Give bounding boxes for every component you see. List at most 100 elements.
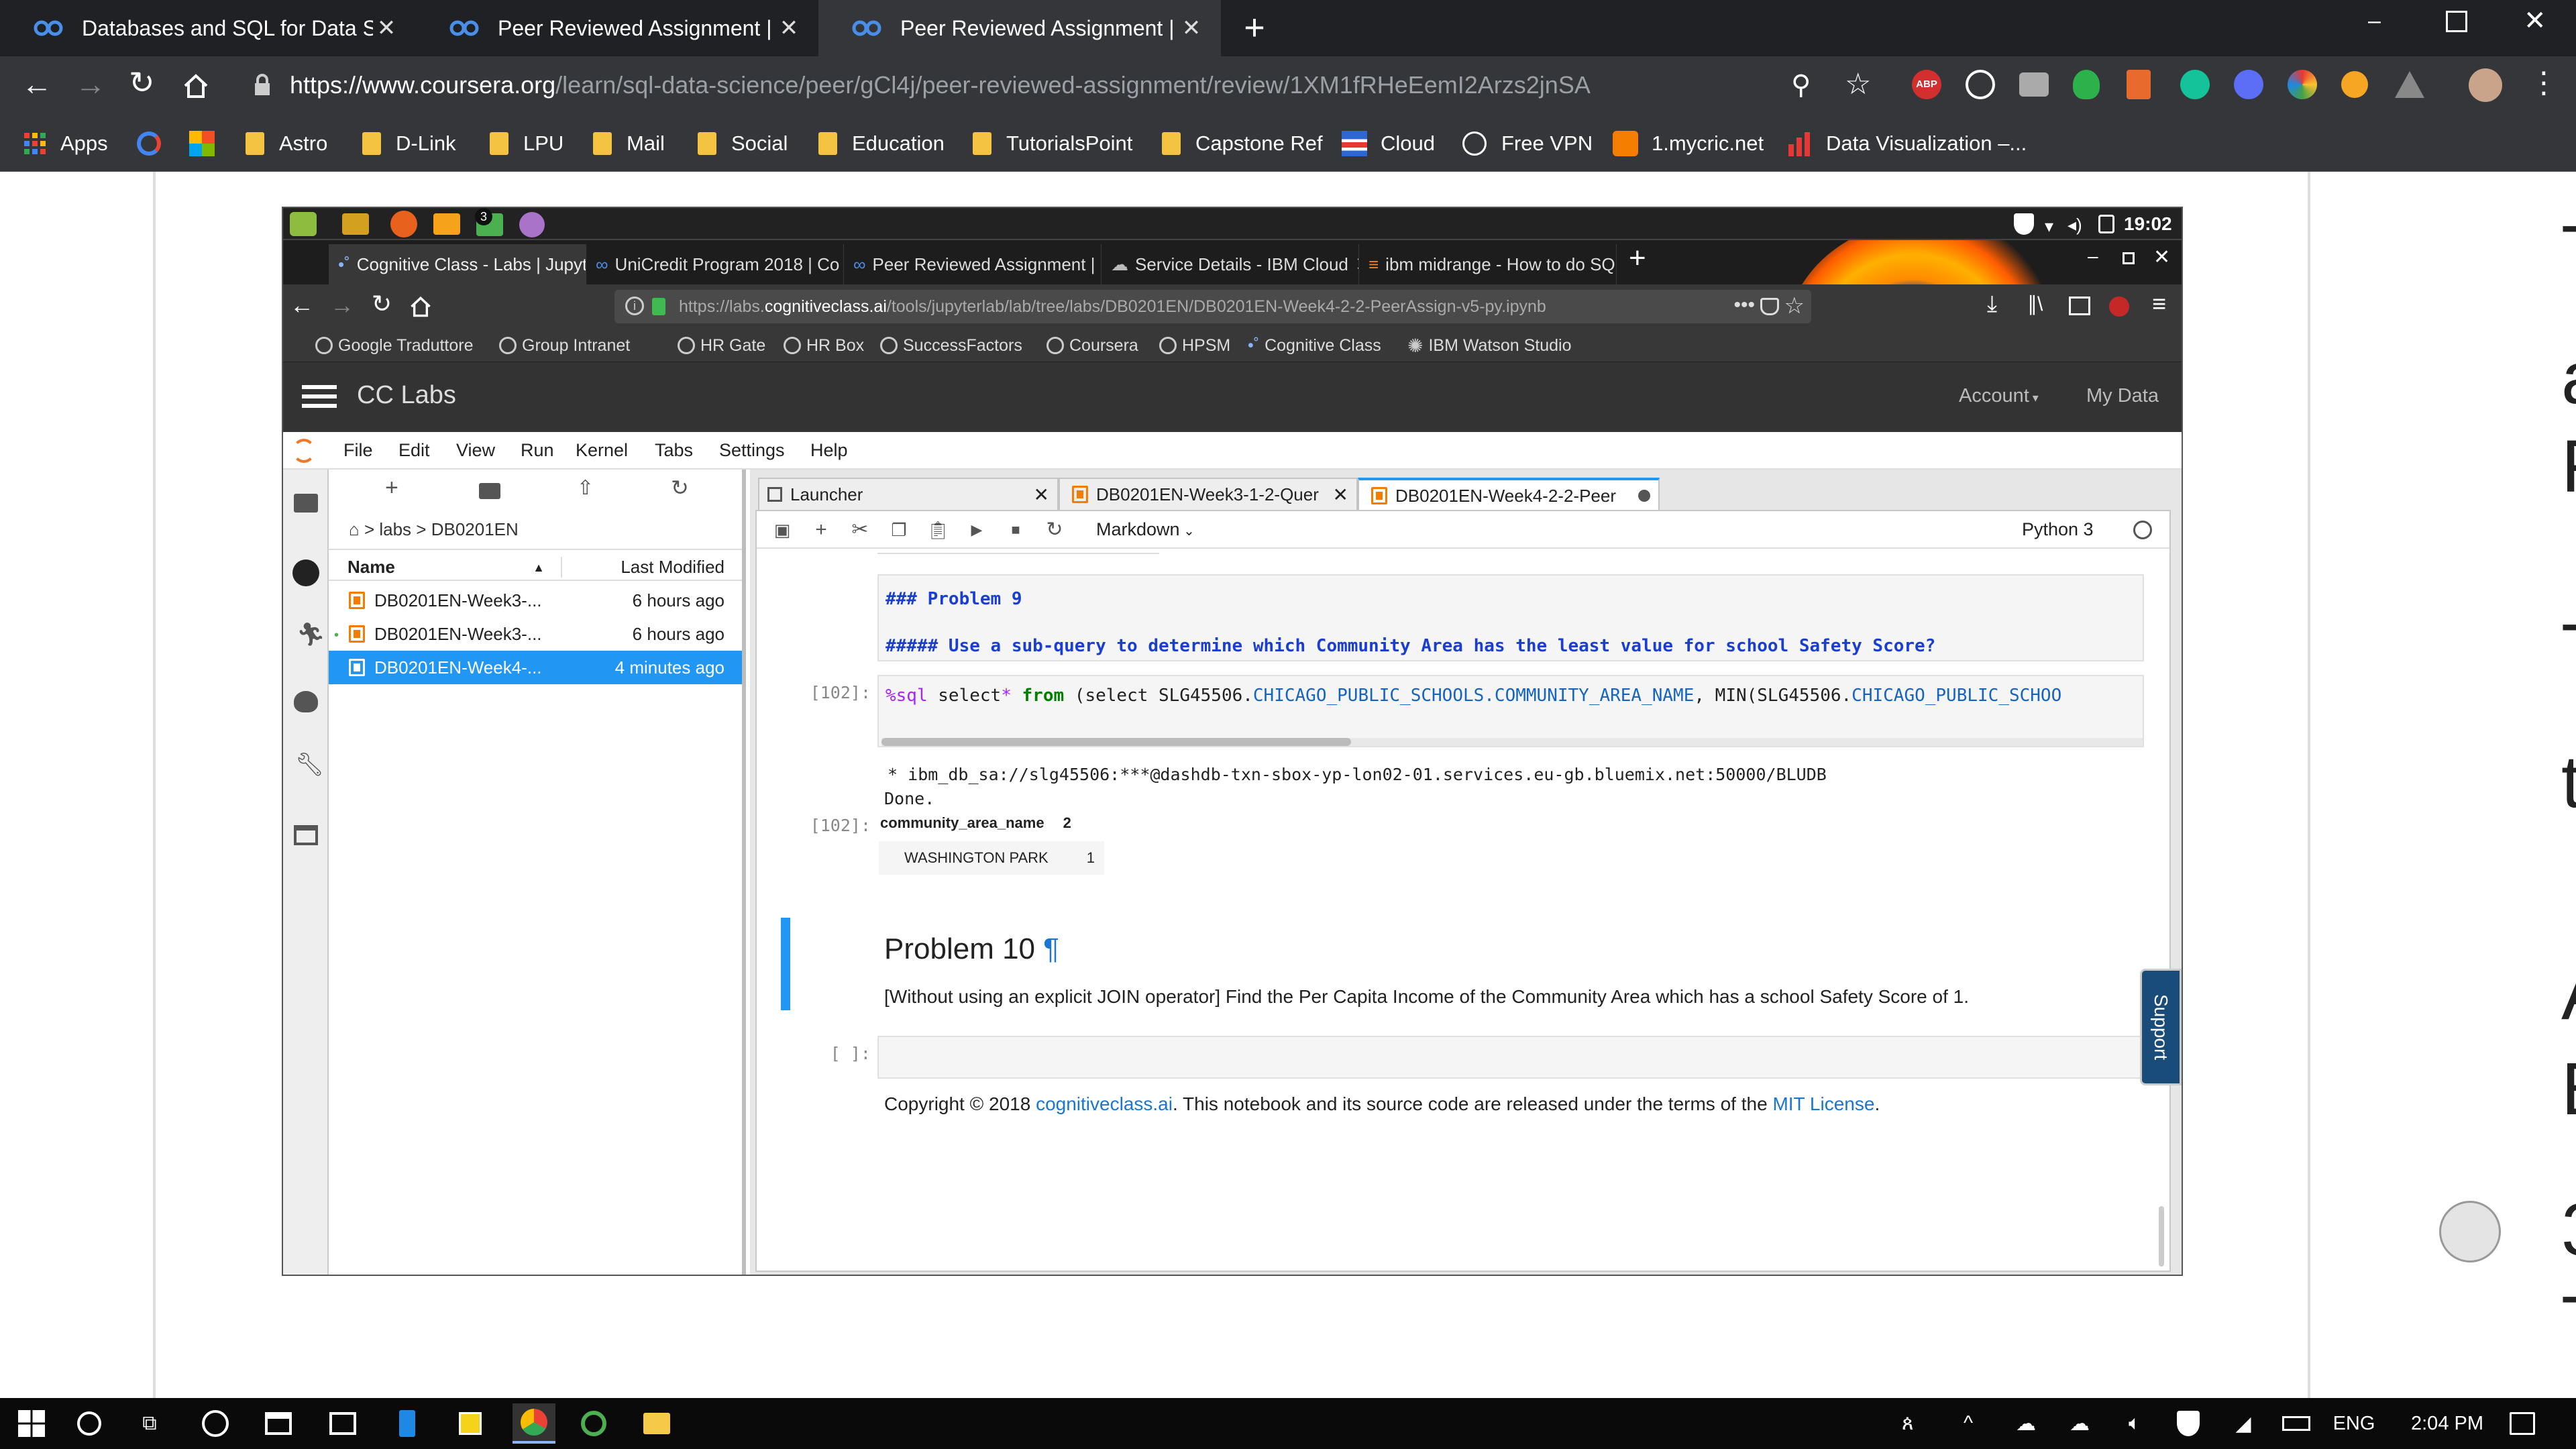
name-column-header[interactable]: Name ▲ xyxy=(347,557,562,578)
wifi-icon[interactable]: ◢ xyxy=(2229,1409,2258,1438)
new-launcher-icon[interactable]: + xyxy=(385,475,398,501)
cut-icon[interactable]: ✂ xyxy=(848,518,872,542)
github-icon[interactable] xyxy=(292,559,319,586)
account-menu[interactable]: Account ▾ xyxy=(1959,385,2039,407)
outer-tab-databases[interactable]: Databases and SQL for Data Scie ✕ xyxy=(0,0,416,56)
ff-bm-watson[interactable]: ✺ IBM Watson Studio xyxy=(1407,329,1572,362)
extension-clock-icon[interactable] xyxy=(1966,70,1995,99)
ff-bm-intranet[interactable]: Group Intranet xyxy=(499,329,630,362)
volume-icon[interactable]: 🔈︎ xyxy=(2118,1409,2151,1438)
files-icon[interactable] xyxy=(342,213,369,235)
menu-settings[interactable]: Settings xyxy=(719,440,785,461)
battery-icon[interactable] xyxy=(2279,1409,2313,1438)
info-icon[interactable]: i xyxy=(625,297,644,315)
hamburger-menu-icon[interactable]: ≡ xyxy=(2152,290,2166,318)
language-indicator[interactable]: ENG xyxy=(2330,1409,2377,1438)
refresh-icon[interactable]: ↻ xyxy=(671,475,689,500)
scroll-circle-button[interactable] xyxy=(2439,1201,2501,1263)
close-icon[interactable]: ✕ xyxy=(1615,253,1616,276)
reload-icon[interactable]: ↻ xyxy=(372,290,392,318)
outer-url[interactable]: https://www.coursera.org/learn/sql-data-… xyxy=(290,71,1591,99)
taskbar-clock[interactable]: 2:04 PM xyxy=(2400,1409,2494,1438)
back-icon[interactable]: ← xyxy=(290,291,314,319)
menu-tabs[interactable]: Tabs xyxy=(655,440,693,461)
new-tab-icon[interactable]: + xyxy=(1629,241,1646,275)
minimize-icon[interactable]: – xyxy=(2088,246,2098,267)
kernel-name[interactable]: Python 3 xyxy=(2022,519,2094,540)
problem10-heading[interactable]: Problem 10 ¶ xyxy=(884,932,1059,966)
downloads-icon[interactable]: ⤓ xyxy=(1987,291,1997,317)
menu-view[interactable]: View xyxy=(456,440,495,461)
close-icon[interactable]: ✕ xyxy=(1095,253,1101,276)
modified-column-header[interactable]: Last Modified xyxy=(621,557,724,578)
search-icon[interactable] xyxy=(74,1409,105,1438)
bookmark-tutorialspoint[interactable]: TutorialsPoint xyxy=(973,125,1132,162)
ff-bm-hpsm[interactable]: HPSM xyxy=(1159,329,1230,362)
chrome-alt-icon[interactable] xyxy=(200,1409,231,1438)
color-ext-icon[interactable] xyxy=(2288,70,2317,99)
avatar[interactable] xyxy=(2469,68,2502,102)
scrollbar-thumb[interactable] xyxy=(881,738,1351,746)
upload-icon[interactable]: ⇧ xyxy=(577,476,594,500)
cognitiveclass-link[interactable]: cognitiveclass.ai xyxy=(1036,1093,1173,1114)
close-icon[interactable]: ✕ xyxy=(775,15,802,42)
close-window-icon[interactable]: ✕ xyxy=(2524,5,2551,36)
ff-bm-successfactors[interactable]: SuccessFactors xyxy=(880,329,1022,362)
running-icon[interactable]: 🏃︎ xyxy=(297,621,325,648)
file-row[interactable]: DB0201EN-Week3-... 6 hours ago xyxy=(329,584,742,617)
sidebar-icon[interactable] xyxy=(2069,297,2090,315)
home-icon[interactable] xyxy=(409,295,432,318)
volume-icon[interactable]: ◂) xyxy=(2068,215,2082,235)
onedrive-icon[interactable]: ☁ xyxy=(2010,1409,2042,1438)
close-icon[interactable]: ✕ xyxy=(373,15,400,42)
zoom-icon[interactable]: ⚲ xyxy=(1791,70,1811,101)
office-icon[interactable] xyxy=(2127,70,2151,99)
horizontal-scrollbar[interactable] xyxy=(881,738,2143,746)
ff-tab-ibm-midrange[interactable]: ≡ ibm midrange - How to do SQ✕ xyxy=(1359,244,1617,284)
ff-tab-peer-review[interactable]: ∞ Peer Reviewed Assignment |✕ xyxy=(844,244,1102,284)
outer-tab-peer-review-2[interactable]: Peer Reviewed Assignment | Cou ✕ xyxy=(818,0,1221,56)
save-icon[interactable]: ▣ xyxy=(770,518,794,542)
shield-icon[interactable] xyxy=(2014,213,2034,235)
stop-icon[interactable]: ■ xyxy=(1004,518,1028,542)
chevron-up-icon[interactable]: ^ xyxy=(1956,1409,1980,1438)
clapper-icon[interactable] xyxy=(263,1409,294,1438)
sticky-notes-icon[interactable] xyxy=(455,1409,486,1438)
task-view-icon[interactable]: ⧉ xyxy=(134,1409,165,1438)
restore-icon[interactable] xyxy=(2446,11,2467,32)
bookmark-education[interactable]: Education xyxy=(818,125,945,162)
windows-color-icon[interactable] xyxy=(189,125,216,162)
code-cell-sql[interactable]: %sql select* from (select SLG45506.CHICA… xyxy=(877,675,2144,747)
people-icon[interactable]: ጰ xyxy=(1893,1409,1923,1438)
ff-tab-ibm-cloud[interactable]: ☁ Service Details - IBM Cloud✕ xyxy=(1102,244,1359,284)
unsaved-dot-icon[interactable] xyxy=(1638,490,1650,502)
ff-bm-hrgate[interactable]: HR Gate xyxy=(678,329,765,362)
ff-tab-cognitive-class[interactable]: •˚Cognitive Class - Labs | Jupyt✕ xyxy=(329,244,586,284)
firefox-url-bar[interactable]: i https://labs. cognitiveclass.ai/tools/j… xyxy=(614,290,1811,323)
close-icon[interactable]: ✕ xyxy=(1034,484,1049,506)
firefox-launcher-icon[interactable] xyxy=(390,211,417,237)
hamburger-menu-icon[interactable] xyxy=(302,385,337,389)
action-center-icon[interactable] xyxy=(2506,1409,2538,1438)
download-ext-icon[interactable] xyxy=(2234,70,2263,99)
close-icon[interactable]: ✕ xyxy=(1333,484,1348,506)
insert-cell-icon[interactable]: + xyxy=(809,518,833,542)
menu-help[interactable]: Help xyxy=(810,440,848,461)
bookmark-apps[interactable]: Apps xyxy=(23,125,108,162)
bookmark-lpu[interactable]: LPU xyxy=(490,125,564,162)
markdown-cell-problem9[interactable]: ### Problem 9 ##### Use a sub-query to d… xyxy=(877,574,2144,661)
outer-tab-peer-review-1[interactable]: Peer Reviewed Assignment | Cou ✕ xyxy=(416,0,818,56)
tab-week3-notebook[interactable]: DB0201EN-Week3-1-2-Quer ✕ xyxy=(1059,478,1358,510)
page-actions-icon[interactable]: ••• xyxy=(1733,294,1755,317)
ff-bm-cognitive-class[interactable]: •˚ Cognitive Class xyxy=(1248,329,1381,362)
home-icon[interactable] xyxy=(182,72,209,99)
wifi-icon[interactable]: ▾ xyxy=(2045,216,2053,237)
ext-icon[interactable] xyxy=(2341,71,2368,98)
bookmark-mycric[interactable]: 1.mycric.net xyxy=(1613,125,1764,162)
folder-icon[interactable] xyxy=(294,494,318,513)
file-row-selected[interactable]: DB0201EN-Week4-... 4 minutes ago xyxy=(329,651,742,684)
paste-icon[interactable]: 📋︎ xyxy=(926,518,950,542)
menu-kernel[interactable]: Kernel xyxy=(576,440,628,461)
menu-file[interactable]: File xyxy=(343,440,373,461)
windows-start-icon[interactable] xyxy=(16,1409,47,1438)
